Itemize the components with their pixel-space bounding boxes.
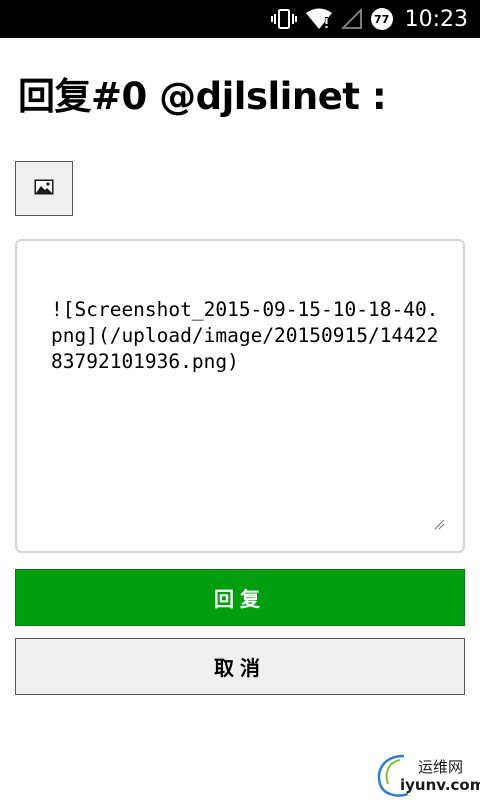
status-icons: 77 10:23 <box>270 0 480 38</box>
watermark-en: iyunv.com <box>400 776 480 794</box>
signal-icon <box>340 8 363 30</box>
wifi-icon <box>305 8 333 30</box>
clock: 10:23 <box>404 6 468 32</box>
insert-image-button[interactable] <box>15 161 73 216</box>
cancel-button[interactable]: 取消 <box>15 638 465 695</box>
reply-text: ![Screenshot_2015-09-15-10-18-40.png](/u… <box>51 298 439 373</box>
image-icon <box>34 179 54 199</box>
page-title: 回复#0 @djlslinet : <box>18 75 387 118</box>
watermark-cn: 运维网 <box>418 758 464 776</box>
watermark-logo: 运维网 iyunv.com <box>374 752 480 798</box>
reply-textarea[interactable]: ![Screenshot_2015-09-15-10-18-40.png](/u… <box>15 239 465 553</box>
vibrate-icon <box>270 8 297 30</box>
status-bar: 77 10:23 <box>0 0 480 38</box>
resize-handle-icon[interactable] <box>433 515 445 530</box>
submit-reply-button[interactable]: 回复 <box>15 569 465 626</box>
battery-icon: 77 <box>370 8 393 30</box>
